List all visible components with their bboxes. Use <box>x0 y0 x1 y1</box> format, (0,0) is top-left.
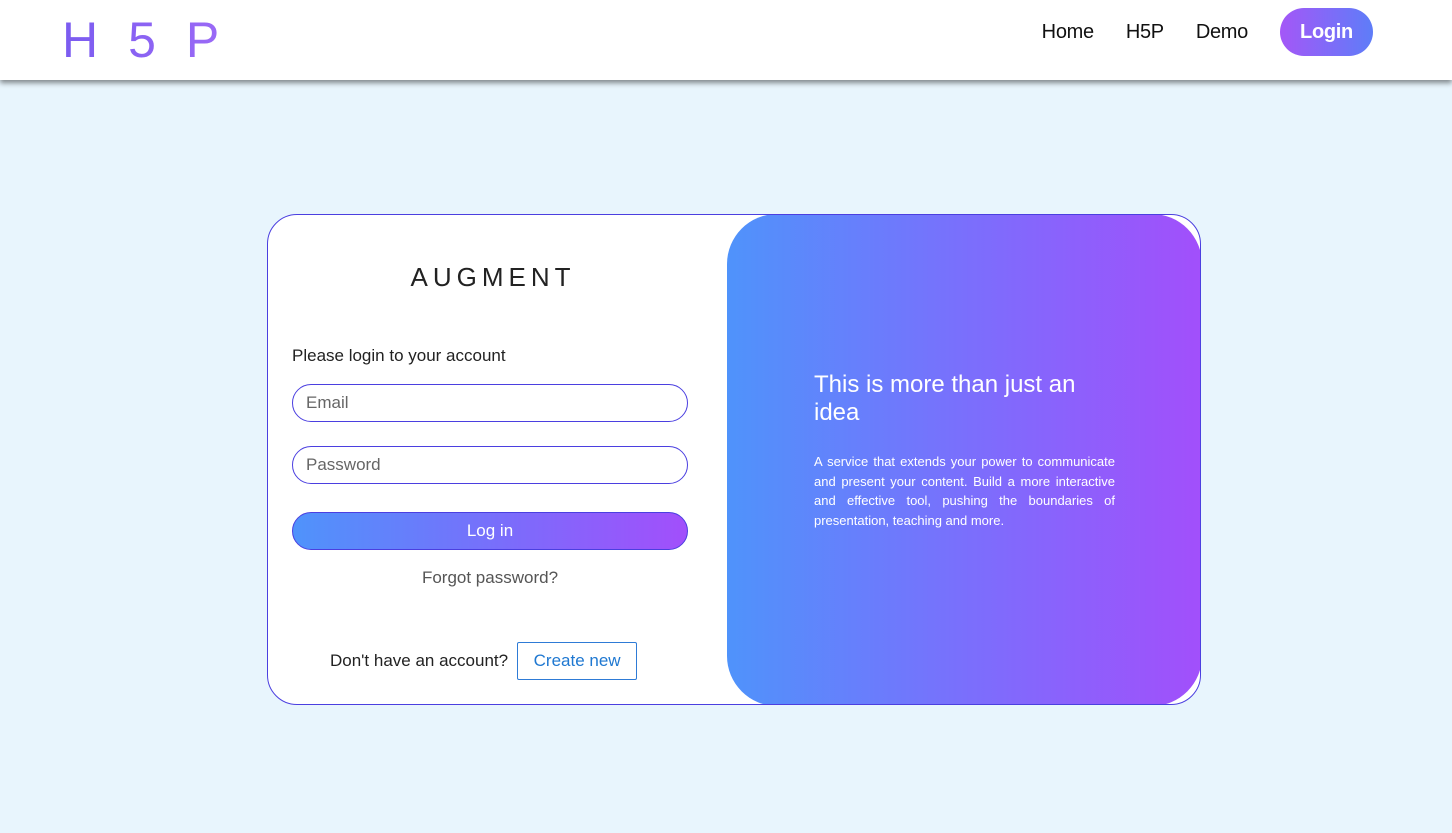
login-subtitle: Please login to your account <box>292 346 506 365</box>
nav-link-home[interactable]: Home <box>1042 21 1094 44</box>
nav-login-button[interactable]: Login <box>1280 8 1373 56</box>
create-account-button[interactable]: Create new <box>517 642 638 680</box>
signup-row: Don't have an account? Create new <box>330 642 638 680</box>
brand-title: AUGMENT <box>410 262 576 292</box>
promo-description: A service that extends your power to com… <box>814 454 1115 528</box>
login-card: AUGMENT Please login to your account Log… <box>267 214 1201 705</box>
password-field[interactable] <box>292 446 688 484</box>
promo-panel: This is more than just an idea A service… <box>727 215 1200 704</box>
email-field[interactable] <box>292 384 688 422</box>
nav-link-h5p[interactable]: H5P <box>1126 21 1164 44</box>
top-navbar: H5P Home H5P Demo Login <box>0 0 1452 80</box>
signup-prompt: Don't have an account? <box>330 651 509 670</box>
nav-links: Home H5P Demo Login <box>1042 8 1373 56</box>
forgot-password-link[interactable]: Forgot password? <box>292 568 688 588</box>
log-in-button[interactable]: Log in <box>292 512 688 550</box>
site-logo[interactable]: H5P <box>62 12 249 68</box>
login-form-panel: AUGMENT Please login to your account Log… <box>268 215 728 704</box>
nav-link-demo[interactable]: Demo <box>1196 21 1248 44</box>
promo-headline: This is more than just an idea <box>814 371 1076 426</box>
